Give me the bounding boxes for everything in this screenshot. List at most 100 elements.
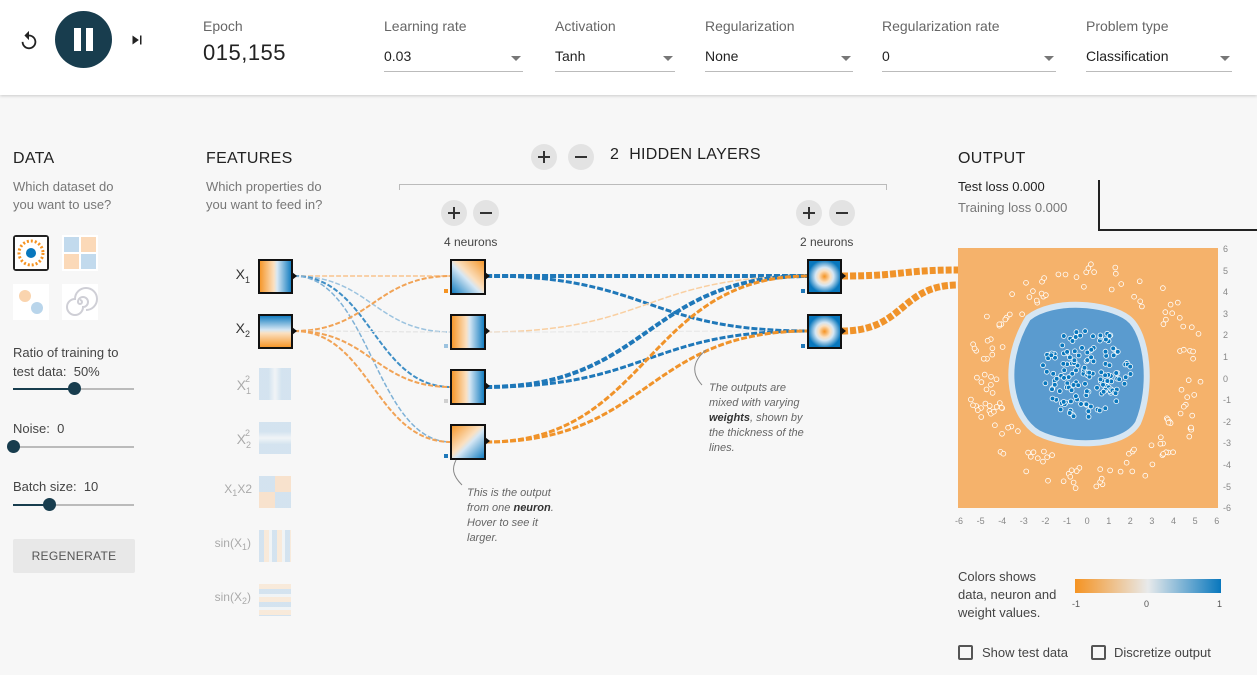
orange-data-point — [1049, 452, 1055, 458]
blue-data-point — [1127, 371, 1134, 377]
blue-data-point — [1106, 362, 1113, 368]
blue-data-point — [1072, 348, 1078, 355]
orange-data-point — [1181, 346, 1187, 353]
layer2-neuron-2[interactable] — [801, 314, 846, 349]
discretize-output-checkbox[interactable] — [1091, 645, 1106, 660]
orange-data-point — [1131, 293, 1137, 300]
layer1-neuron-2[interactable] — [444, 314, 490, 350]
blue-data-point — [1066, 410, 1073, 416]
orange-data-point — [1028, 454, 1034, 460]
orange-data-point — [978, 414, 985, 420]
orange-data-point — [1009, 291, 1015, 297]
orange-data-point — [1113, 270, 1119, 277]
blue-data-point — [1070, 382, 1077, 388]
orange-data-point — [1062, 271, 1069, 278]
loss-chart — [1098, 180, 1257, 231]
orange-data-point — [998, 404, 1005, 411]
layer1-neuron-3[interactable] — [444, 369, 490, 405]
orange-data-point — [1177, 315, 1183, 321]
weight-x2-n4[interactable] — [293, 330, 452, 443]
orange-data-point — [1169, 310, 1176, 316]
x-tick-label: -1 — [1063, 516, 1072, 526]
legend-min: -1 — [1072, 599, 1081, 609]
orange-data-point — [1184, 394, 1191, 401]
weight-m1-out[interactable] — [841, 266, 959, 280]
orange-data-point — [992, 422, 998, 429]
weight-n2-m1[interactable] — [485, 275, 810, 333]
orange-data-point — [1197, 378, 1204, 385]
blue-data-point — [1079, 345, 1085, 351]
blue-data-point — [1100, 388, 1107, 395]
show-test-data-checkbox[interactable] — [958, 645, 973, 660]
blue-data-point — [1075, 352, 1082, 359]
orange-data-point — [1136, 278, 1143, 285]
blue-data-point — [1083, 401, 1090, 408]
blue-data-point — [1057, 406, 1064, 413]
orange-data-point — [1045, 477, 1051, 484]
input-x2-node[interactable] — [258, 314, 297, 349]
blue-data-point — [1090, 333, 1096, 339]
orange-data-point — [1015, 428, 1021, 434]
layer1-neuron-4[interactable] — [444, 424, 490, 460]
legend-mid: 0 — [1144, 599, 1150, 609]
show-test-data-label: Show test data — [982, 645, 1068, 660]
orange-data-point — [996, 400, 1003, 406]
orange-data-point — [1044, 454, 1050, 461]
blue-data-point — [1088, 354, 1094, 361]
blue-data-point — [1127, 363, 1134, 370]
blue-data-point — [1110, 345, 1117, 352]
orange-data-point — [1070, 479, 1077, 486]
weight-x2-n2[interactable] — [293, 330, 452, 333]
blue-data-point — [1049, 395, 1056, 402]
orange-data-point — [1190, 348, 1196, 355]
orange-data-point — [1163, 316, 1169, 323]
orange-data-point — [1067, 474, 1074, 480]
blue-data-point — [1059, 342, 1066, 349]
test-loss: Test loss 0.000 — [958, 179, 1045, 194]
x-tick-label: 4 — [1171, 516, 1177, 526]
orange-data-point — [1123, 459, 1130, 466]
weight-x2-n1[interactable] — [293, 275, 452, 332]
blue-data-point — [1069, 370, 1076, 377]
blue-data-point — [1052, 381, 1058, 388]
orange-data-point — [1148, 442, 1155, 449]
orange-data-point — [1181, 403, 1187, 410]
color-legend-bar — [1075, 579, 1221, 593]
y-tick-label: -2 — [1223, 416, 1232, 427]
orange-data-point — [1189, 324, 1195, 330]
blue-data-point — [1100, 382, 1106, 388]
orange-data-point — [1160, 451, 1167, 457]
orange-data-point — [1160, 285, 1166, 291]
orange-data-point — [978, 379, 985, 385]
blue-data-point — [1122, 374, 1129, 380]
orange-data-point — [989, 351, 996, 358]
y-tick-label: 0 — [1223, 373, 1229, 384]
blue-data-point — [1064, 349, 1070, 355]
orange-data-point — [974, 374, 980, 381]
orange-data-point — [989, 345, 996, 352]
blue-data-point — [1116, 376, 1123, 383]
orange-data-point — [1098, 475, 1105, 482]
weight-m2-out[interactable] — [841, 281, 959, 335]
x-tick-label: 0 — [1084, 516, 1090, 526]
input-x1-node[interactable] — [258, 259, 297, 294]
output-heatmap[interactable] — [958, 248, 1218, 508]
orange-data-point — [1019, 311, 1025, 317]
layer2-neuron-1[interactable] — [801, 259, 846, 294]
orange-data-point — [1190, 355, 1196, 362]
blue-data-point — [1085, 408, 1092, 415]
weight-x2-n3[interactable] — [293, 330, 452, 388]
blue-data-point — [1050, 370, 1056, 377]
orange-data-point — [1030, 449, 1037, 456]
blue-data-point — [1096, 407, 1103, 414]
blue-data-point — [1121, 380, 1128, 387]
orange-data-point — [1023, 468, 1029, 475]
orange-data-point — [1189, 412, 1196, 419]
orange-data-point — [970, 341, 976, 347]
orange-data-point — [999, 431, 1005, 437]
blue-data-point — [1113, 398, 1120, 405]
blue-data-point — [1071, 357, 1078, 364]
blue-data-point — [1078, 401, 1084, 407]
blue-data-point — [1082, 328, 1088, 334]
layer1-neuron-1[interactable] — [444, 259, 490, 295]
